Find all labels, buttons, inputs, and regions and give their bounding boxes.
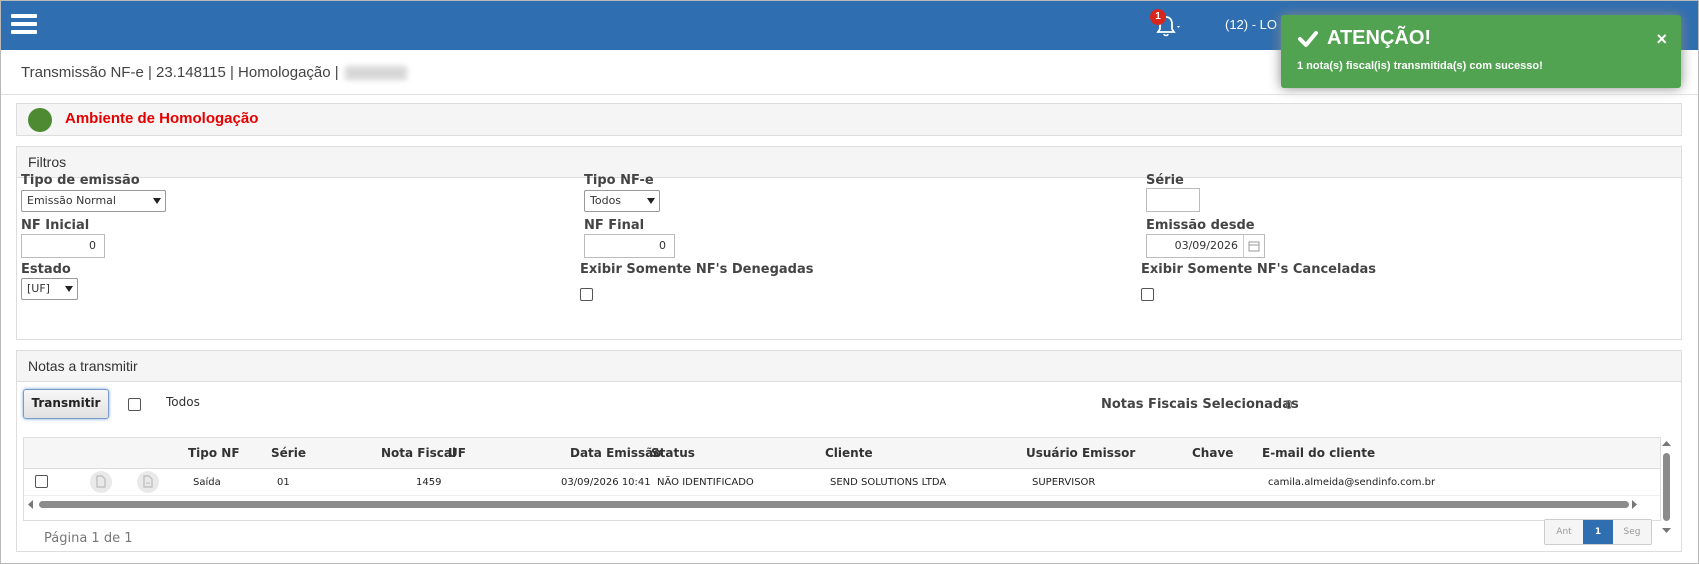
chevron-down-icon xyxy=(647,198,655,204)
page-title: Transmissão NF-e | 23.148115 | Homologaç… xyxy=(21,64,407,81)
canceladas-label: Exibir Somente NF's Canceladas xyxy=(1141,262,1377,277)
scroll-right-icon[interactable] xyxy=(1630,500,1638,509)
environment-panel: Ambiente de Homologação xyxy=(16,103,1682,136)
cell-cliente: SEND SOLUTIONS LTDA xyxy=(830,477,947,488)
transmit-button[interactable]: Transmitir xyxy=(23,389,109,419)
success-toast: ATENÇÃO! 1 nota(s) fiscal(is) transmitid… xyxy=(1281,15,1681,88)
serie-label: Série xyxy=(1146,173,1184,188)
toast-title: ATENÇÃO! xyxy=(1327,27,1432,49)
cell-usuario: SUPERVISOR xyxy=(1032,477,1096,488)
chevron-down-icon xyxy=(65,286,73,292)
redacted-text xyxy=(344,66,407,81)
column-header-serie[interactable]: Série xyxy=(271,446,306,460)
check-icon xyxy=(1298,31,1318,47)
pagination-prev[interactable]: Ant xyxy=(1545,520,1583,544)
pagination-next[interactable]: Seg xyxy=(1613,520,1651,544)
serie-input[interactable] xyxy=(1146,188,1200,212)
column-header-cliente[interactable]: Cliente xyxy=(825,446,873,460)
pagination-page-1[interactable]: 1 xyxy=(1583,520,1613,544)
environment-status-dot xyxy=(28,108,52,132)
column-header-usuario[interactable]: Usuário Emissor xyxy=(1026,446,1135,460)
pagination: Ant 1 Seg xyxy=(1544,519,1652,545)
column-header-tipo[interactable]: Tipo NF xyxy=(188,446,240,460)
notes-table: Tipo NF Série Nota Fiscal UF Data Emissã… xyxy=(23,437,1661,521)
notes-panel: Notas a transmitir Transmitir Todos Nota… xyxy=(16,350,1682,552)
pagination-info: Página 1 de 1 xyxy=(44,531,133,546)
select-all-label: Todos xyxy=(166,395,200,409)
denegadas-checkbox[interactable] xyxy=(580,288,593,301)
nf-final-label: NF Final xyxy=(584,218,645,233)
user-info[interactable]: (12) - LO xyxy=(1225,17,1277,32)
notifications-bell-icon[interactable]: 1 xyxy=(1150,9,1183,39)
emissao-desde-value: 03/09/2026 xyxy=(1174,239,1238,252)
select-all-checkbox[interactable] xyxy=(128,398,141,411)
column-header-status[interactable]: Status xyxy=(651,446,695,460)
horizontal-scrollbar[interactable] xyxy=(24,498,1660,510)
cell-nota: 1459 xyxy=(416,477,442,488)
filters-heading: Filtros xyxy=(17,147,1681,178)
table-row[interactable]: Saída 01 1459 03/09/2026 10:41 NÃO IDENT… xyxy=(24,469,1660,496)
calendar-icon[interactable] xyxy=(1243,235,1264,257)
column-header-chave[interactable]: Chave xyxy=(1192,446,1233,460)
environment-label: Ambiente de Homologação xyxy=(65,110,259,127)
tipo-nfe-select[interactable]: Todos xyxy=(584,190,660,212)
tipo-nfe-label: Tipo NF-e xyxy=(584,173,654,188)
denegadas-label: Exibir Somente NF's Denegadas xyxy=(580,262,814,277)
column-header-data[interactable]: Data Emissão xyxy=(570,446,662,460)
pdf-icon[interactable] xyxy=(137,471,159,493)
filters-panel: Filtros Tipo de emissão Emissão Normal N… xyxy=(16,146,1682,340)
close-icon[interactable]: × xyxy=(1656,29,1667,50)
nf-inicial-input[interactable]: 0 xyxy=(21,234,105,258)
selected-notes-label: Notas Fiscais Selecionadas xyxy=(1101,397,1299,412)
canceladas-checkbox[interactable] xyxy=(1141,288,1154,301)
chevron-down-icon xyxy=(153,198,161,204)
horizontal-scroll-thumb[interactable] xyxy=(39,501,1629,508)
scroll-up-icon[interactable] xyxy=(1662,440,1671,448)
cell-data: 03/09/2026 10:41 xyxy=(561,477,651,488)
tipo-emissao-select[interactable]: Emissão Normal xyxy=(21,190,166,212)
document-icon[interactable] xyxy=(90,471,112,493)
table-header: Tipo NF Série Nota Fiscal UF Data Emissã… xyxy=(24,438,1660,469)
estado-label: Estado xyxy=(21,262,71,277)
menu-icon[interactable] xyxy=(11,14,37,34)
toast-message: 1 nota(s) fiscal(is) transmitida(s) com … xyxy=(1297,60,1543,72)
emissao-desde-input[interactable]: 03/09/2026 xyxy=(1146,234,1265,258)
title-divider xyxy=(1,94,1698,95)
notification-count-badge: 1 xyxy=(1150,9,1166,25)
notes-heading: Notas a transmitir xyxy=(17,351,1681,382)
cell-email: camila.almeida@sendinfo.com.br xyxy=(1268,477,1436,488)
nf-inicial-label: NF Inicial xyxy=(21,218,90,233)
column-header-uf[interactable]: UF xyxy=(448,446,466,460)
tipo-nfe-value: Todos xyxy=(590,194,622,207)
row-checkbox[interactable] xyxy=(35,475,48,488)
scroll-down-icon[interactable] xyxy=(1662,526,1671,534)
page-title-text: Transmissão NF-e | 23.148115 | Homologaç… xyxy=(21,64,339,81)
estado-select[interactable]: [UF] xyxy=(21,278,78,300)
emissao-desde-label: Emissão desde xyxy=(1146,218,1255,233)
vertical-scroll-thumb[interactable] xyxy=(1663,453,1670,521)
estado-value: [UF] xyxy=(27,282,50,295)
cell-status: NÃO IDENTIFICADO xyxy=(657,477,754,488)
selected-notes-count: 0 xyxy=(1285,398,1293,412)
scroll-left-icon[interactable] xyxy=(27,500,35,509)
tipo-emissao-value: Emissão Normal xyxy=(27,194,116,207)
cell-tipo: Saída xyxy=(193,477,221,488)
vertical-scrollbar[interactable] xyxy=(1660,437,1672,537)
column-header-email[interactable]: E-mail do cliente xyxy=(1262,446,1375,460)
nf-final-input[interactable]: 0 xyxy=(584,234,675,258)
column-header-nota[interactable]: Nota Fiscal xyxy=(381,446,456,460)
tipo-emissao-label: Tipo de emissão xyxy=(21,173,140,188)
cell-serie: 01 xyxy=(277,477,290,488)
